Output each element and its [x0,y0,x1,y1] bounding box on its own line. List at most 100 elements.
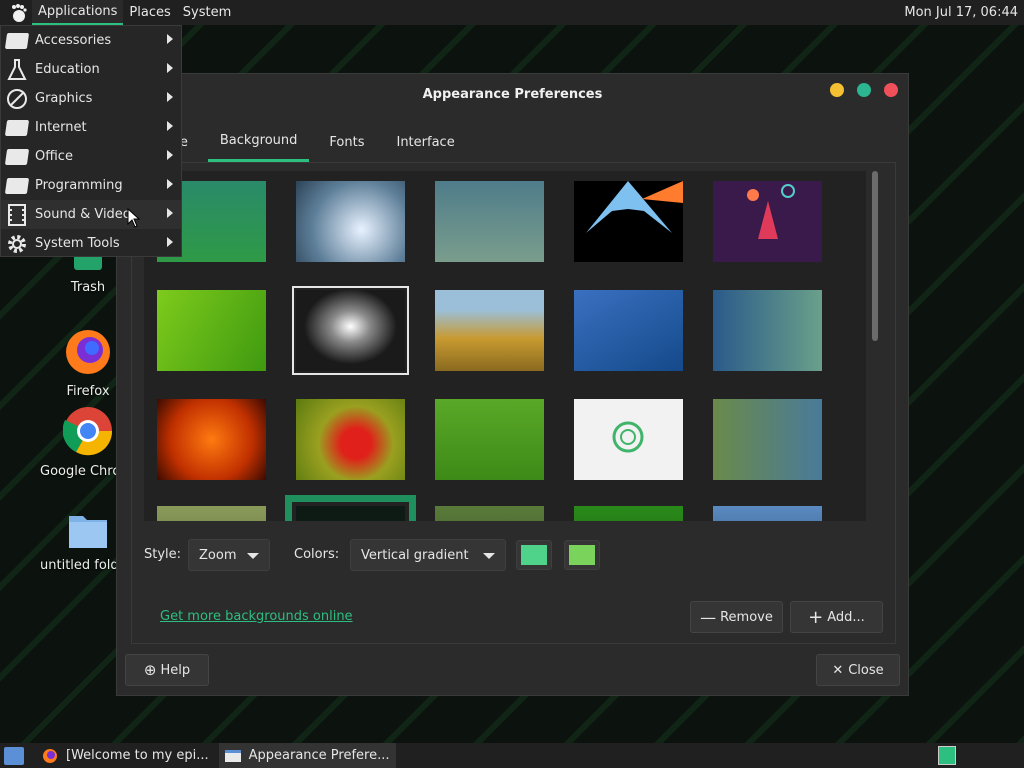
palette-icon [5,87,29,111]
places-menu[interactable]: Places [123,0,176,25]
wallpaper-thumbnail[interactable] [435,399,544,480]
help-icon: ⊕ [143,661,157,679]
colors-dropdown[interactable]: Vertical gradient [350,539,506,571]
blank-window-icon [4,174,30,198]
minus-icon: — [700,607,717,627]
taskbar-item-label: Appearance Prefere... [248,748,390,763]
taskbar-item-label: [Welcome to my epi... [66,748,209,763]
wallpaper-scrollbar[interactable] [870,171,880,521]
menu-item-system-tools[interactable]: System Tools [1,229,181,258]
remove-label: Remove [720,609,773,625]
wallpaper-thumbnail-selected[interactable] [285,495,416,521]
secondary-color-swatch [569,545,595,565]
gnome-foot-icon[interactable] [8,3,28,23]
tab-interface[interactable]: Interface [384,122,466,162]
chevron-right-icon [167,34,173,44]
scrollbar-thumb[interactable] [872,171,878,341]
menu-item-accessories[interactable]: Accessories [1,26,181,55]
logo-icon [612,421,644,453]
style-value: Zoom [199,547,237,563]
taskbar: [Welcome to my epi... Appearance Prefere… [0,743,1024,768]
colors-value: Vertical gradient [361,547,469,563]
taskbar-item-appearance[interactable]: Appearance Prefere... [218,743,396,768]
window-title: Appearance Preferences [422,86,603,102]
window-icon [224,749,241,762]
menu-item-label: Programming [35,178,123,193]
background-panel: Style: Zoom Colors: Vertical gradient Ge… [131,162,896,644]
workspace-switcher[interactable] [938,746,956,765]
wallpaper-thumbnail[interactable] [435,181,544,262]
tab-fonts[interactable]: Fonts [317,122,376,162]
chevron-right-icon [167,150,173,160]
menu-item-label: System Tools [35,236,120,251]
secondary-color-button[interactable] [564,540,600,570]
firefox-icon [66,330,110,374]
wallpaper-thumbnail[interactable] [435,290,544,371]
wallpaper-grid[interactable] [144,171,866,521]
folder-icon [69,516,107,548]
wallpaper-thumbnail[interactable] [574,506,683,521]
primary-color-button[interactable] [516,540,552,570]
chevron-down-icon [247,553,259,559]
gear-icon [5,232,29,256]
wallpaper-thumbnail[interactable] [713,506,822,521]
help-button[interactable]: ⊕ Help [125,654,209,686]
wallpaper-thumbnail[interactable] [574,181,683,262]
plus-icon: + [808,606,824,628]
close-label: Close [848,662,884,678]
wallpaper-thumbnail[interactable] [157,399,266,480]
chevron-right-icon [167,63,173,73]
wallpaper-thumbnail[interactable] [713,181,822,262]
menu-item-label: Education [35,62,100,77]
wallpaper-thumbnail[interactable] [296,399,405,480]
help-label: Help [160,662,191,678]
menu-item-label: Accessories [35,33,112,48]
chevron-right-icon [167,208,173,218]
close-icon: ✕ [832,662,844,678]
system-menu[interactable]: System [177,0,237,25]
clock[interactable]: Mon Jul 17, 06:44 [904,0,1018,25]
wallpaper-thumbnail[interactable] [574,290,683,371]
menu-item-sound-video[interactable]: Sound & Video [1,200,181,229]
wallpaper-thumbnail[interactable] [713,290,822,371]
menu-item-label: Office [35,149,73,164]
style-dropdown[interactable]: Zoom [188,539,270,571]
blank-window-icon [4,145,30,169]
menu-item-graphics[interactable]: Graphics [1,84,181,113]
menu-item-office[interactable]: Office [1,142,181,171]
minimize-button[interactable] [830,83,844,97]
remove-button[interactable]: — Remove [690,601,783,633]
menu-item-label: Sound & Video [35,207,131,222]
menu-item-label: Internet [35,120,87,135]
wallpaper-thumbnail[interactable] [296,181,405,262]
menu-item-programming[interactable]: Programming [1,171,181,200]
blank-window-icon [4,116,30,140]
tab-background[interactable]: Background [207,122,310,162]
flask-icon [5,58,29,82]
show-desktop-icon[interactable] [4,746,24,765]
menu-item-internet[interactable]: Internet [1,113,181,142]
chevron-right-icon [167,237,173,247]
menu-item-education[interactable]: Education [1,55,181,84]
primary-color-swatch [521,545,547,565]
appearance-preferences-window: Appearance Preferences Theme Background … [116,73,909,696]
chevron-right-icon [167,92,173,102]
applications-menu[interactable]: Applications [32,0,124,25]
colors-label: Colors: [294,547,340,562]
taskbar-item-firefox[interactable]: [Welcome to my epi... [36,743,215,768]
close-window-button[interactable] [884,83,898,97]
wallpaper-thumbnail[interactable] [435,506,544,521]
wallpaper-thumbnail[interactable] [574,399,683,480]
chevron-down-icon [483,553,495,559]
wallpaper-thumbnail[interactable] [292,286,409,375]
chrome-icon [62,407,113,456]
tab-bar: Theme Background Fonts Interface [131,122,896,162]
maximize-button[interactable] [857,83,871,97]
get-more-backgrounds-link[interactable]: Get more backgrounds online [160,609,353,624]
close-button[interactable]: ✕ Close [816,654,900,686]
chevron-right-icon [167,179,173,189]
wallpaper-thumbnail[interactable] [157,506,266,521]
wallpaper-thumbnail[interactable] [157,290,266,371]
wallpaper-thumbnail[interactable] [713,399,822,480]
add-button[interactable]: + Add... [790,601,883,633]
